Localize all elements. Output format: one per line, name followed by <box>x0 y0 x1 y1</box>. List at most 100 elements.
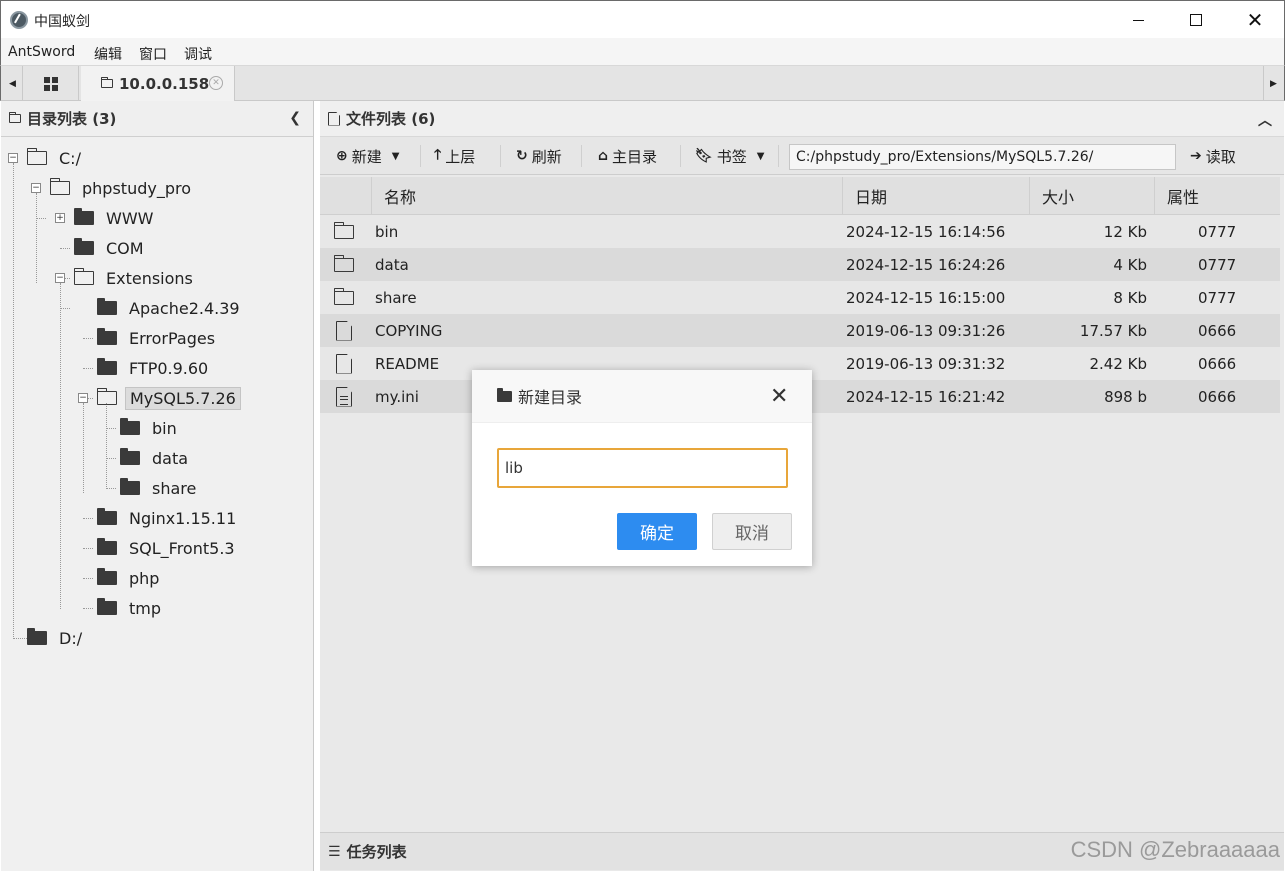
tree-node-php[interactable]: php <box>97 566 163 590</box>
column-icon <box>320 177 371 215</box>
file-name: share <box>375 288 417 307</box>
column-size[interactable]: 大小 <box>1029 177 1154 215</box>
tree-node-ftp[interactable]: FTP0.9.60 <box>97 356 212 380</box>
tab-host-label: 10.0.0.158 <box>119 74 210 93</box>
collapse-up-icon[interactable]: ︿ <box>1258 110 1272 130</box>
menu-antsword[interactable]: AntSword <box>8 44 75 60</box>
file-row[interactable]: COPYING 2019-06-13 09:31:26 17.57 Kb 066… <box>320 314 1280 347</box>
folder-icon <box>8 112 21 123</box>
menu-debug[interactable]: 调试 <box>184 44 212 64</box>
tab-scroll-left-button[interactable]: ◀ <box>3 66 23 101</box>
tree-toggle-collapse[interactable]: − <box>55 273 65 283</box>
folder-icon <box>333 254 354 272</box>
file-panel-title: 文件列表 (6) <box>346 110 436 128</box>
file-date: 2024-12-15 16:21:42 <box>846 387 1006 406</box>
tree-toggle-collapse[interactable]: − <box>31 183 41 193</box>
tree-node-label: Extensions <box>106 268 193 288</box>
home-icon: ⌂ <box>598 148 609 164</box>
file-date: 2024-12-15 16:15:00 <box>846 288 1006 307</box>
tab-home[interactable] <box>23 66 79 101</box>
tree-node-www[interactable]: WWW <box>74 206 157 230</box>
tree-node-apache[interactable]: Apache2.4.39 <box>97 296 244 320</box>
tree-node-share[interactable]: share <box>120 476 200 500</box>
column-name[interactable]: 名称 <box>371 177 842 215</box>
menu-window[interactable]: 窗口 <box>139 44 167 64</box>
list-icon: ☰ <box>328 843 341 860</box>
file-row[interactable]: data 2024-12-15 16:24:26 4 Kb 0777 <box>320 248 1280 281</box>
text-file-icon <box>336 386 352 407</box>
file-icon <box>336 320 352 341</box>
file-date: 2019-06-13 09:31:26 <box>846 321 1006 340</box>
tree-toggle-collapse[interactable]: − <box>78 393 88 403</box>
minimize-button[interactable] <box>1109 1 1167 39</box>
file-size: 898 b <box>1104 387 1147 406</box>
file-row[interactable]: share 2024-12-15 16:15:00 8 Kb 0777 <box>320 281 1280 314</box>
tree-node-phpstudy-pro[interactable]: phpstudy_pro <box>49 176 195 200</box>
tab-scroll-right-button[interactable]: ▶ <box>1263 66 1283 101</box>
directory-name-input[interactable] <box>497 448 788 488</box>
title-bar: 中国蚁剑 ✕ <box>0 0 1285 38</box>
arrow-up-icon: 🡑 <box>434 147 442 163</box>
column-attr[interactable]: 属性 <box>1154 177 1280 215</box>
folder-icon <box>97 568 117 585</box>
tree-node-com[interactable]: COM <box>74 236 148 260</box>
tree-node-bin[interactable]: bin <box>120 416 181 440</box>
tree-toggle-expand[interactable]: + <box>55 213 65 223</box>
folder-icon <box>97 538 117 555</box>
folder-icon <box>497 387 512 402</box>
tree-node-c-drive[interactable]: C:/ <box>26 146 85 170</box>
arrow-right-icon: ➔ <box>1190 148 1202 164</box>
cancel-button[interactable]: 取消 <box>712 513 792 550</box>
tree-node-nginx[interactable]: Nginx1.15.11 <box>97 506 240 530</box>
task-list-bar[interactable]: ☰ 任务列表 CSDN @Zebraaaaaa <box>320 832 1284 870</box>
close-window-button[interactable]: ✕ <box>1226 1 1284 39</box>
tree-node-label: php <box>129 568 160 588</box>
file-attr: 0777 <box>1198 222 1237 241</box>
file-size: 4 Kb <box>1113 255 1147 274</box>
folder-icon <box>100 77 113 88</box>
tree-node-sql-front[interactable]: SQL_Front5.3 <box>97 536 239 560</box>
folder-open-icon <box>73 268 94 285</box>
bookmarks-button[interactable]: 🔖︎ 书签 ▼ <box>695 137 765 175</box>
bookmarks-button-label: 书签 <box>716 147 747 166</box>
dialog-close-button[interactable]: ✕ <box>770 384 788 409</box>
file-name: COPYING <box>375 321 443 340</box>
menu-edit[interactable]: 编辑 <box>94 44 122 64</box>
maximize-icon <box>1190 14 1202 26</box>
file-name: bin <box>375 222 399 241</box>
tree-node-label: Apache2.4.39 <box>129 298 240 318</box>
folder-open-icon <box>49 178 70 195</box>
up-button[interactable]: 🡑 上层 <box>434 137 475 175</box>
read-button[interactable]: ➔ 读取 <box>1190 137 1236 175</box>
tree-node-label: phpstudy_pro <box>82 178 191 198</box>
tree-node-extensions[interactable]: Extensions <box>73 266 197 290</box>
up-button-label: 上层 <box>445 147 476 166</box>
tree-toggle-collapse[interactable]: − <box>8 153 18 163</box>
maximize-button[interactable] <box>1167 1 1225 39</box>
tree-node-errorpages[interactable]: ErrorPages <box>97 326 219 350</box>
file-attr: 0777 <box>1198 288 1237 307</box>
refresh-icon: ↻ <box>516 148 528 164</box>
confirm-button[interactable]: 确定 <box>617 513 697 550</box>
path-input[interactable] <box>789 144 1176 170</box>
folder-open-icon <box>26 148 47 165</box>
folder-icon <box>97 358 117 375</box>
folder-icon <box>74 238 94 255</box>
tree-node-tmp[interactable]: tmp <box>97 596 165 620</box>
refresh-button[interactable]: ↻ 刷新 <box>516 137 562 175</box>
collapse-left-icon[interactable]: ❮ <box>289 110 301 126</box>
tree-node-d-drive[interactable]: D:/ <box>27 626 86 650</box>
tree-node-mysql[interactable]: MySQL5.7.26 <box>96 386 241 410</box>
triangle-left-icon: ◀ <box>9 78 16 89</box>
file-attr: 0666 <box>1198 387 1237 406</box>
home-dir-button[interactable]: ⌂ 主目录 <box>598 137 657 175</box>
tab-close-button[interactable]: ✕ <box>209 76 223 90</box>
tab-host[interactable]: 10.0.0.158 ✕ <box>81 66 235 101</box>
file-row[interactable]: bin 2024-12-15 16:14:56 12 Kb 0777 <box>320 215 1280 248</box>
tree-node-label: D:/ <box>59 628 83 648</box>
grid-icon <box>43 76 58 91</box>
tree-node-data[interactable]: data <box>120 446 192 470</box>
new-button[interactable]: ⊕ 新建 ▼ <box>336 137 399 175</box>
column-date[interactable]: 日期 <box>842 177 1029 215</box>
tree-node-label: COM <box>106 238 144 258</box>
